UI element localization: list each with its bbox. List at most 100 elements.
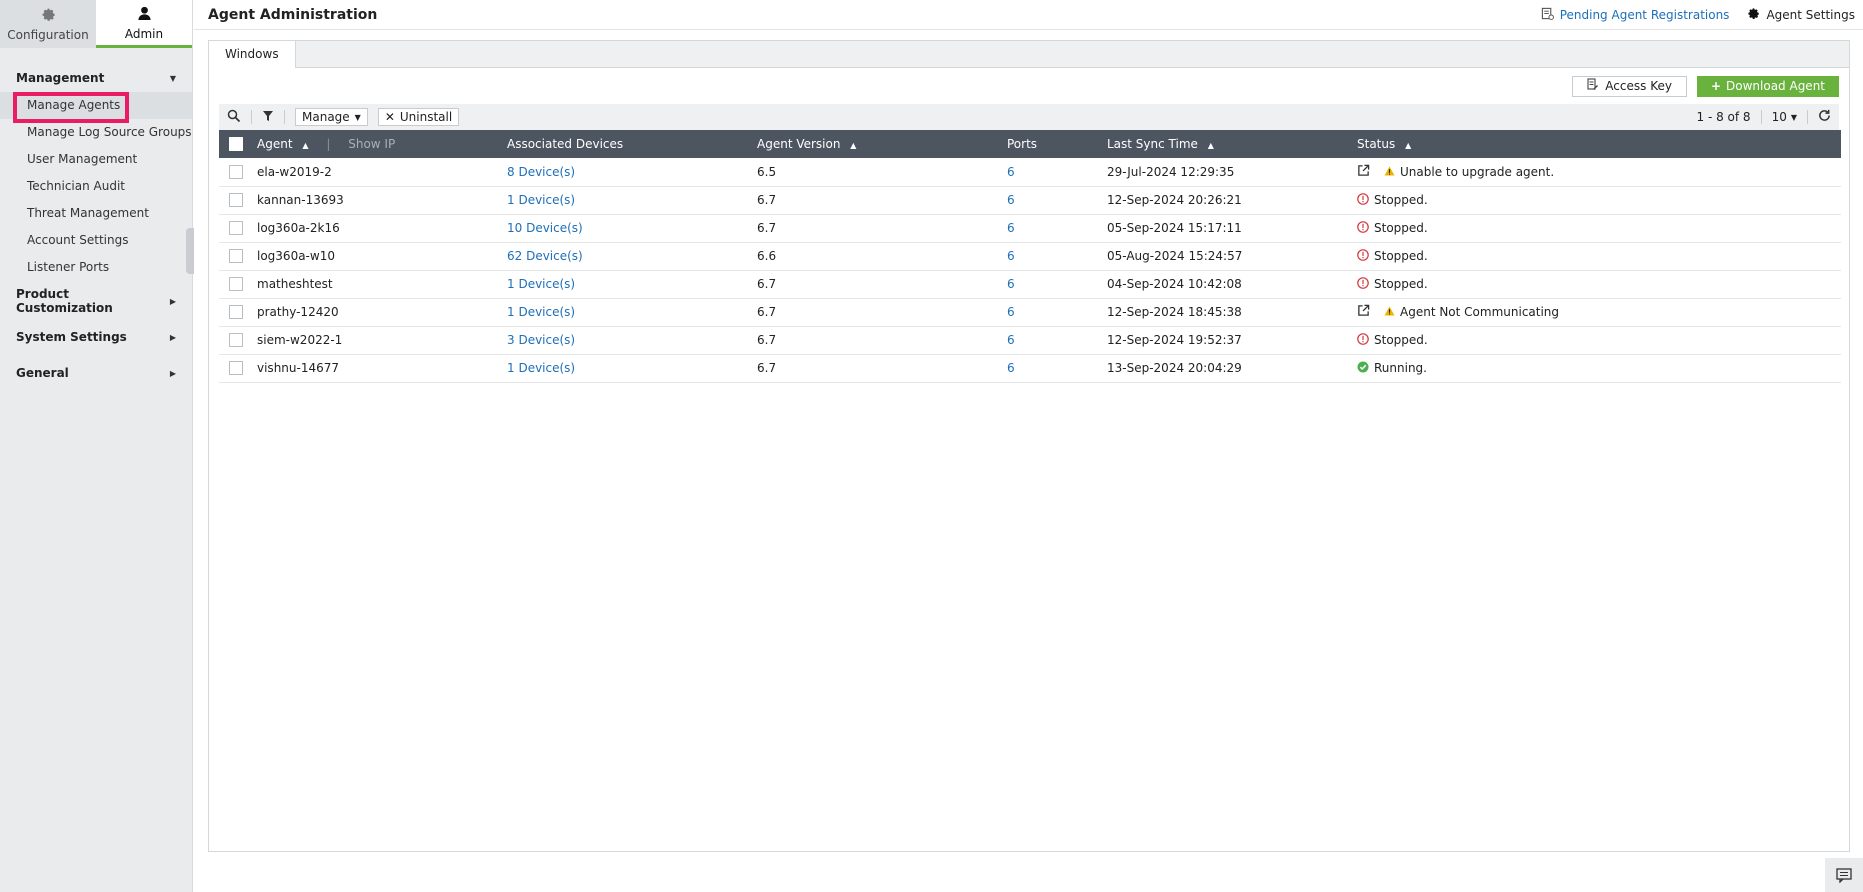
filter-icon[interactable] [262,110,274,125]
table-row[interactable]: kannan-13693 1 Device(s) 6.7 6 12-Sep-2024 2… [219,186,1841,215]
table-row[interactable]: ela-w2019-2 8 Device(s) 6.5 6 29-Jul-2024 12… [219,158,1841,187]
tab-admin[interactable]: Admin [96,0,192,48]
agent-name: matheshtest [257,270,507,299]
agent-name: vishnu-14677 [257,354,507,383]
column-version-label: Agent Version [757,137,841,151]
row-checkbox[interactable] [229,221,243,236]
ports-link[interactable]: 6 [1007,354,1107,383]
ports-link[interactable]: 6 [1007,270,1107,299]
row-checkbox[interactable] [229,305,243,320]
agent-settings-link[interactable]: Agent Settings [1747,7,1855,23]
status-cell: Stopped. [1357,332,1841,348]
sidebar-item-listener-ports[interactable]: Listener Ports [0,254,192,281]
chat-icon[interactable] [1825,858,1863,892]
gear-icon [41,7,56,25]
manage-dropdown[interactable]: Manage ▼ [295,108,368,126]
download-agent-label: Download Agent [1726,79,1825,93]
sidebar-collapse-handle[interactable] [186,228,194,274]
associated-devices-link[interactable]: 1 Device(s) [507,270,757,299]
error-icon [1357,192,1369,208]
row-checkbox[interactable] [229,165,243,179]
agent-name: log360a-w10 [257,242,507,271]
menu-group-system-settings[interactable]: System Settings ▶ [0,327,192,347]
tab-windows[interactable]: Windows [209,41,296,68]
ports-link[interactable]: 6 [1007,242,1107,271]
row-checkbox[interactable] [229,277,243,292]
column-status[interactable]: Status ▲ [1357,130,1841,158]
agent-version: 6.6 [757,242,1007,271]
column-ports[interactable]: Ports [1007,130,1107,158]
status-text: Stopped. [1374,333,1428,347]
sort-asc-icon: ▲ [302,141,309,150]
uninstall-button[interactable]: ✕ Uninstall [377,108,460,126]
agent-settings-label: Agent Settings [1766,7,1855,22]
associated-devices-link[interactable]: 62 Device(s) [507,242,757,271]
agent-version: 6.7 [757,298,1007,327]
sidebar-item-threat-management[interactable]: Threat Management [0,200,192,227]
last-sync-time: 12-Sep-2024 20:26:21 [1107,186,1357,215]
toolbar-separator [251,110,252,124]
column-devices[interactable]: Associated Devices [507,130,757,158]
table-row[interactable]: prathy-12420 1 Device(s) 6.7 6 12-Sep-2024 1… [219,298,1841,327]
download-agent-button[interactable]: + Download Agent [1696,75,1839,97]
refresh-icon[interactable] [1818,109,1831,125]
status-text: Running. [1374,361,1427,375]
show-ip-toggle[interactable]: Show IP [348,137,395,151]
user-icon [137,5,152,24]
table-row[interactable]: siem-w2022-1 3 Device(s) 6.7 6 12-Sep-2024 1… [219,326,1841,355]
associated-devices-link[interactable]: 1 Device(s) [507,354,757,383]
search-icon[interactable] [227,109,241,126]
page-size-select[interactable]: 10 ▼ [1772,110,1797,124]
access-key-button[interactable]: Access Key [1572,75,1687,97]
error-icon [1357,276,1369,292]
associated-devices-link[interactable]: 10 Device(s) [507,214,757,243]
table-row[interactable]: log360a-2k16 10 Device(s) 6.7 6 05-Sep-2024 … [219,214,1841,243]
error-icon [1357,220,1369,236]
status-cell: Stopped. [1357,220,1841,236]
row-checkbox[interactable] [229,333,243,348]
last-sync-time: 29-Jul-2024 12:29:35 [1107,158,1357,187]
column-last-sync[interactable]: Last Sync Time ▲ [1107,130,1357,158]
table-row[interactable]: matheshtest 1 Device(s) 6.7 6 04-Sep-2024 10… [219,270,1841,299]
uninstall-label: Uninstall [399,110,453,124]
agent-version: 6.7 [757,270,1007,299]
table-header-row: Agent ▲ | Show IP Associated Devices Age… [219,130,1841,158]
row-checkbox[interactable] [229,193,243,208]
menu-group-label: Product Customization [16,287,113,315]
menu-group-general[interactable]: General ▶ [0,363,192,383]
tab-configuration[interactable]: Configuration [0,0,96,48]
sidebar-item-account-settings[interactable]: Account Settings [0,227,192,254]
sidebar-item-technician-audit[interactable]: Technician Audit [0,173,192,200]
sort-asc-icon: ▲ [850,141,857,150]
associated-devices-link[interactable]: 8 Device(s) [507,158,757,187]
select-all-checkbox[interactable] [229,137,243,152]
toolbar-separator [1760,110,1762,124]
agent-name: prathy-12420 [257,298,507,327]
table-row[interactable]: log360a-w10 62 Device(s) 6.6 6 05-Aug-2024 1… [219,242,1841,271]
close-icon: ✕ [384,110,395,124]
pending-registrations-link[interactable]: Pending Agent Registrations [1541,7,1729,23]
associated-devices-link[interactable]: 3 Device(s) [507,326,757,355]
status-text: Stopped. [1374,249,1428,263]
ports-link[interactable]: 6 [1007,214,1107,243]
column-agent[interactable]: Agent ▲ | Show IP [257,130,507,158]
sidebar-item-user-management[interactable]: User Management [0,146,192,173]
column-version[interactable]: Agent Version ▲ [757,130,1007,158]
external-link-icon[interactable] [1357,304,1370,320]
associated-devices-link[interactable]: 1 Device(s) [507,298,757,327]
row-checkbox[interactable] [229,249,243,264]
associated-devices-link[interactable]: 1 Device(s) [507,186,757,215]
table-row[interactable]: vishnu-14677 1 Device(s) 6.7 6 13-Sep-2024 2… [219,354,1841,383]
sidebar-item-manage-log-source-groups[interactable]: Manage Log Source Groups [0,119,192,146]
external-link-icon[interactable] [1357,164,1370,180]
ports-link[interactable]: 6 [1007,186,1107,215]
menu-group-management[interactable]: Management ▼ [0,68,192,88]
ports-link[interactable]: 6 [1007,158,1107,187]
row-checkbox[interactable] [229,361,243,376]
menu-group-product-customization[interactable]: Product Customization ▶ [0,287,192,315]
agent-version: 6.7 [757,186,1007,215]
ports-link[interactable]: 6 [1007,298,1107,327]
ports-link[interactable]: 6 [1007,326,1107,355]
menu-group-label: System Settings [16,330,127,344]
action-bar: Access Key + Download Agent [209,68,1849,104]
